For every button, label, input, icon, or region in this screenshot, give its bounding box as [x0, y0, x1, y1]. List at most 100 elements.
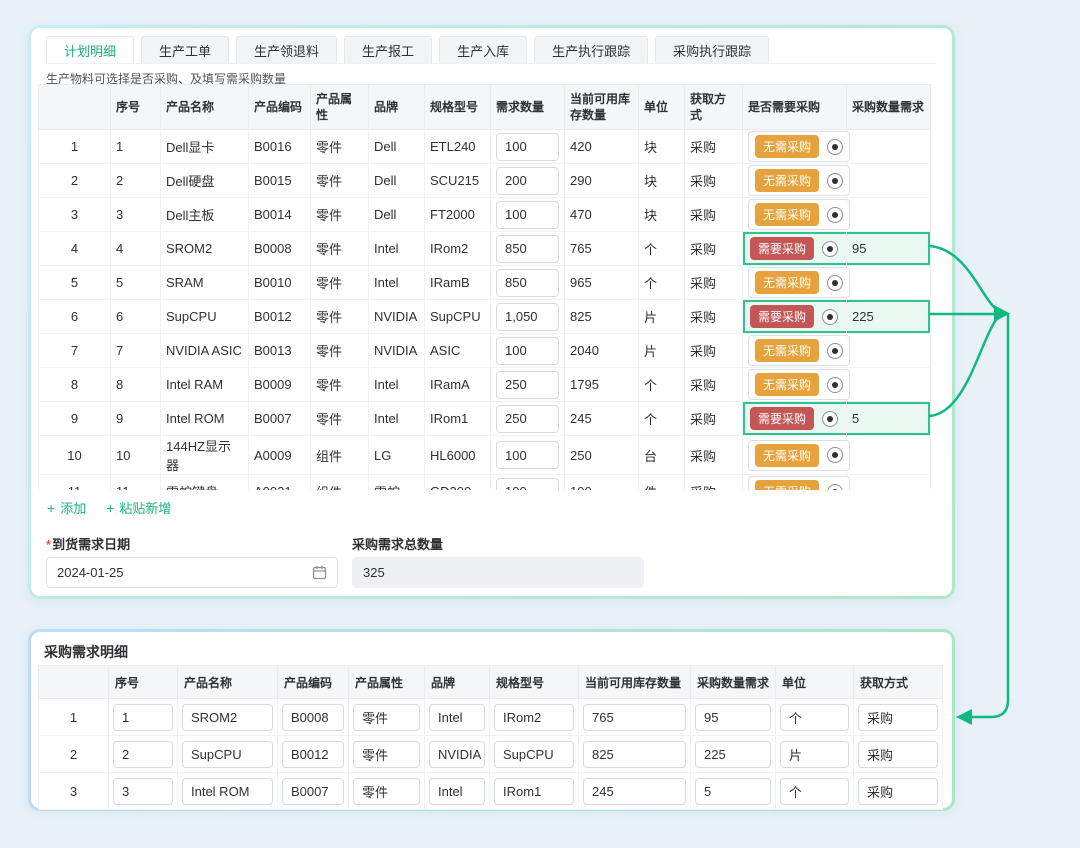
- purchase-badge[interactable]: 无需采购: [755, 373, 819, 396]
- required-qty-input[interactable]: 850: [496, 269, 559, 297]
- arrival-date-input[interactable]: 2024-01-25: [46, 557, 338, 588]
- required-qty-input[interactable]: 850: [496, 235, 559, 263]
- tab-7[interactable]: 采购执行跟踪: [655, 36, 769, 63]
- calendar-icon[interactable]: [312, 565, 327, 580]
- purchase-column-header: 单位: [776, 666, 854, 699]
- product-attr-input[interactable]: 零件: [353, 704, 420, 731]
- seq-input[interactable]: 1: [113, 704, 173, 731]
- required-qty-input[interactable]: 100: [496, 201, 559, 229]
- purchase-toggle-control[interactable]: 无需采购: [748, 199, 850, 230]
- purchase-toggle-control[interactable]: 无需采购: [748, 369, 850, 400]
- tab-3[interactable]: 生产领退料: [236, 36, 337, 63]
- required-qty-input[interactable]: 100: [496, 133, 559, 161]
- product-name-input[interactable]: Intel ROM: [182, 778, 273, 805]
- required-qty-input[interactable]: 250: [496, 371, 559, 399]
- unit-input[interactable]: 个: [780, 778, 849, 805]
- plan-table-row: 55SRAMB0010零件IntelIRamB850965个采购无需采购: [39, 266, 931, 300]
- purchase-badge[interactable]: 需要采购: [750, 237, 814, 260]
- required-qty-input[interactable]: 100: [496, 337, 559, 365]
- brand-input[interactable]: Intel: [429, 704, 485, 731]
- unit-input[interactable]: 个: [780, 704, 849, 731]
- demand-qty-input[interactable]: 5: [695, 778, 771, 805]
- brand-input[interactable]: Intel: [429, 778, 485, 805]
- demand-qty-cell[interactable]: 225: [847, 300, 931, 334]
- method-input[interactable]: 采购: [858, 741, 938, 768]
- row-number-cell: 3: [39, 773, 109, 810]
- spec-input[interactable]: IRom2: [494, 704, 574, 731]
- purchase-badge[interactable]: 无需采购: [755, 203, 819, 226]
- plus-icon: +: [47, 501, 55, 515]
- purchase-toggle-control[interactable]: 无需采购: [748, 440, 850, 471]
- product-code-input[interactable]: B0012: [282, 741, 344, 768]
- stock-input[interactable]: 245: [583, 778, 686, 805]
- plan-table-scroll[interactable]: 序号产品名称产品编码产品属性品牌规格型号需求数量当前可用库存数量单位获取方式是否…: [38, 84, 931, 490]
- purchase-toggle: 无需采购: [748, 267, 841, 298]
- purchase-radio-icon[interactable]: [827, 207, 843, 223]
- demand-qty-input[interactable]: 225: [695, 741, 771, 768]
- purchase-badge[interactable]: 无需采购: [755, 339, 819, 362]
- purchase-radio-icon[interactable]: [822, 309, 838, 325]
- purchase-radio-icon[interactable]: [827, 377, 843, 393]
- purchase-radio-icon[interactable]: [827, 275, 843, 291]
- spec-input[interactable]: SupCPU: [494, 741, 574, 768]
- brand-input[interactable]: NVIDIA: [429, 741, 485, 768]
- product-code-cell: B0013: [249, 334, 311, 368]
- purchase-radio-icon[interactable]: [827, 343, 843, 359]
- purchase-badge[interactable]: 需要采购: [750, 407, 814, 430]
- purchase-badge[interactable]: 无需采购: [755, 480, 819, 490]
- demand-qty-cell: [847, 334, 931, 368]
- required-qty-input[interactable]: 100: [496, 478, 559, 491]
- seq-input[interactable]: 2: [113, 741, 173, 768]
- purchase-radio-icon[interactable]: [827, 447, 843, 463]
- purchase-toggle-control[interactable]: 需要采购: [748, 234, 840, 263]
- product-name-input[interactable]: SROM2: [182, 704, 273, 731]
- purchase-badge[interactable]: 无需采购: [755, 169, 819, 192]
- purchase-radio-icon[interactable]: [822, 241, 838, 257]
- tab-4[interactable]: 生产报工: [344, 36, 432, 63]
- purchase-column-header: 产品属性: [349, 666, 425, 699]
- required-qty-input[interactable]: 1,050: [496, 303, 559, 331]
- purchase-badge[interactable]: 无需采购: [755, 135, 819, 158]
- purchase-radio-icon[interactable]: [827, 484, 843, 491]
- required-qty-input[interactable]: 100: [496, 441, 559, 469]
- product-attr-input[interactable]: 零件: [353, 778, 420, 805]
- stock-input[interactable]: 765: [583, 704, 686, 731]
- product-attr-input[interactable]: 零件: [353, 741, 420, 768]
- demand-qty-cell[interactable]: 5: [847, 402, 931, 436]
- purchase-toggle-control[interactable]: 需要采购: [748, 404, 840, 433]
- purchase-badge[interactable]: 无需采购: [755, 271, 819, 294]
- tab-5[interactable]: 生产入库: [439, 36, 527, 63]
- required-qty-input[interactable]: 250: [496, 405, 559, 433]
- method-input[interactable]: 采购: [858, 704, 938, 731]
- purchase-radio-icon[interactable]: [827, 139, 843, 155]
- required-qty-input[interactable]: 200: [496, 167, 559, 195]
- method-input[interactable]: 采购: [858, 778, 938, 805]
- product-name-input[interactable]: SupCPU: [182, 741, 273, 768]
- paste-add-button[interactable]: + 粘贴新增: [106, 498, 171, 517]
- purchase-toggle-control[interactable]: 无需采购: [748, 476, 850, 490]
- method-input-cell: 采购: [854, 773, 943, 810]
- demand-qty-cell[interactable]: 95: [847, 232, 931, 266]
- tab-2[interactable]: 生产工单: [141, 36, 229, 63]
- need-purchase-cell: 无需采购: [743, 475, 847, 491]
- stock-input[interactable]: 825: [583, 741, 686, 768]
- purchase-badge[interactable]: 无需采购: [755, 444, 819, 467]
- tab-6[interactable]: 生产执行跟踪: [534, 36, 648, 63]
- purchase-toggle-control[interactable]: 无需采购: [748, 267, 850, 298]
- purchase-toggle-control[interactable]: 无需采购: [748, 131, 850, 162]
- need-purchase-cell: 无需采购: [743, 334, 847, 368]
- demand-qty-input[interactable]: 95: [695, 704, 771, 731]
- purchase-badge[interactable]: 需要采购: [750, 305, 814, 328]
- spec-input[interactable]: IRom1: [494, 778, 574, 805]
- purchase-radio-icon[interactable]: [827, 173, 843, 189]
- add-row-button[interactable]: + 添加: [47, 498, 86, 517]
- purchase-toggle-control[interactable]: 无需采购: [748, 335, 850, 366]
- product-code-input[interactable]: B0007: [282, 778, 344, 805]
- purchase-radio-icon[interactable]: [822, 411, 838, 427]
- tab-1[interactable]: 计划明细: [46, 36, 134, 63]
- purchase-toggle-control[interactable]: 无需采购: [748, 165, 850, 196]
- seq-input[interactable]: 3: [113, 778, 173, 805]
- unit-input[interactable]: 片: [780, 741, 849, 768]
- product-code-input[interactable]: B0008: [282, 704, 344, 731]
- purchase-toggle-control[interactable]: 需要采购: [748, 302, 840, 331]
